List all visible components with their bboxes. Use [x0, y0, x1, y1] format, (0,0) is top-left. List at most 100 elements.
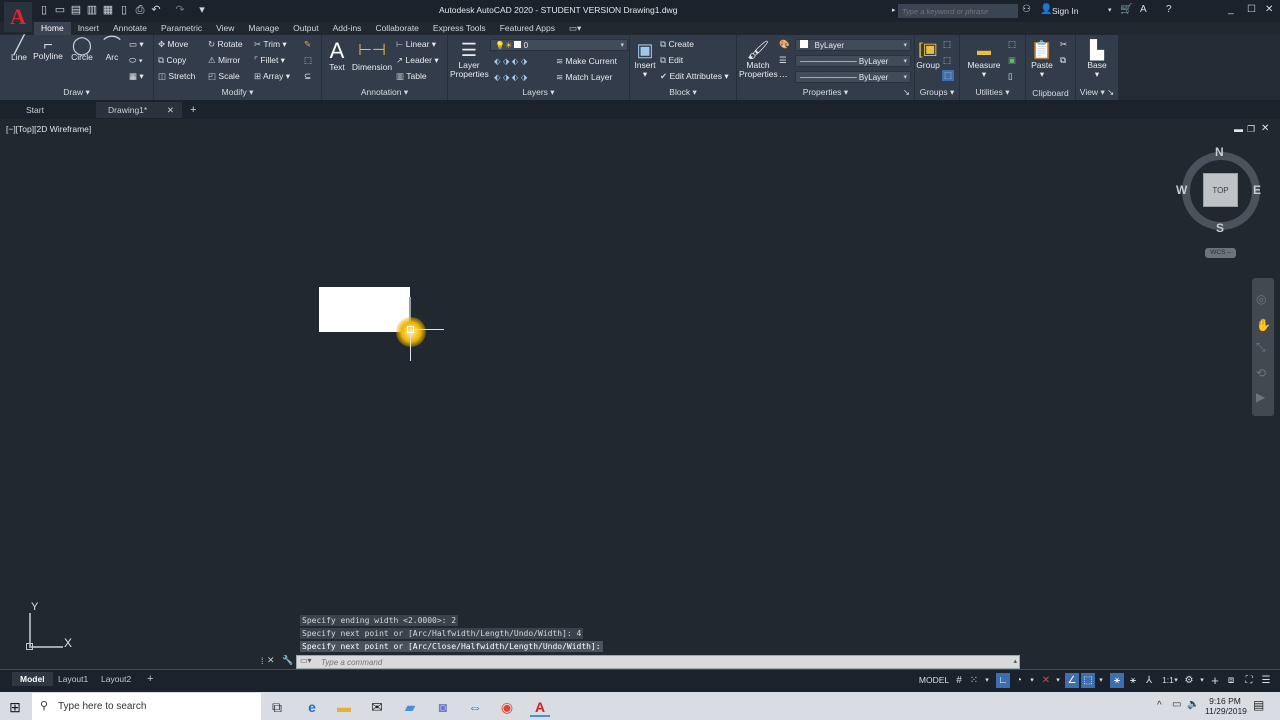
add-layout-button[interactable]: + [139, 672, 161, 686]
clean-screen-icon[interactable]: ⛶ [1242, 673, 1256, 688]
view-panel-label[interactable]: View ▾ ↘ [1076, 87, 1118, 98]
workspace-dropdown-icon[interactable]: ▾ [1198, 673, 1206, 688]
command-input[interactable] [321, 656, 1011, 668]
tab-featured-apps[interactable]: Featured Apps [493, 22, 562, 35]
drawing1-tab[interactable]: Drawing1* ✕ [96, 102, 182, 118]
line-button[interactable]: ╱ Line [6, 36, 32, 62]
copy-clip-icon[interactable]: ⧉ [1060, 55, 1066, 66]
array-button[interactable]: ⊞ Array ▾ [254, 71, 290, 82]
color-dropdown[interactable]: ByLayer ▾ [795, 39, 911, 51]
explode-icon[interactable]: ⬚ [304, 55, 312, 66]
tab-insert[interactable]: Insert [71, 22, 106, 35]
tab-manage[interactable]: Manage [241, 22, 286, 35]
calculator-icon[interactable]: ▯ [1008, 71, 1013, 82]
rectangle-icon[interactable]: ▭ ▾ [129, 39, 144, 50]
layer-tools-row1[interactable]: ⬖ ⬗ ⬖ ⬗ [494, 56, 527, 67]
edit-block-button[interactable]: ⧉ Edit [660, 55, 683, 66]
measure-button[interactable]: ▬ Measure ▾ [962, 39, 1006, 79]
help-icon[interactable]: ? [1166, 4, 1172, 15]
polar-dropdown-icon[interactable]: ▾ [1028, 673, 1036, 688]
network-icon[interactable]: ▭ [1172, 699, 1181, 710]
help-search-input[interactable] [898, 4, 1018, 18]
layer-dropdown[interactable]: 💡☀ 0 ▾ [490, 39, 628, 51]
isolate-objects-icon[interactable]: ⧈ [1224, 673, 1238, 688]
start-tab[interactable]: Start [0, 102, 96, 118]
linetype-dropdown[interactable]: ────────── ByLayer ▾ [795, 71, 911, 83]
undo-icon[interactable]: ↶ [150, 4, 162, 16]
network-app-icon[interactable]: ▰ [400, 697, 420, 717]
tab-view[interactable]: View [209, 22, 241, 35]
ungroup-icon[interactable]: ⬚ [943, 39, 951, 50]
insert-button[interactable]: ▣ Insert ▾ [632, 39, 658, 79]
properties-panel-label[interactable]: Properties ▾ ↘ [737, 87, 914, 98]
command-grip-icon[interactable]: ⁞ [261, 656, 264, 666]
gradient-icon[interactable]: ▦ ▾ [129, 71, 144, 82]
table-button[interactable]: ▥ Table [396, 71, 427, 82]
expand-search-icon[interactable]: ▸ [892, 6, 896, 14]
isodraft-icon[interactable]: ✕ [1040, 673, 1052, 688]
close-icon[interactable]: ✕ [1265, 4, 1273, 15]
show-hidden-icons[interactable]: ^ [1157, 700, 1162, 711]
compass-east[interactable]: E [1253, 183, 1261, 197]
viewcube-top-face[interactable]: TOP [1203, 173, 1238, 207]
hatch-icon[interactable]: ⬭ ▾ [129, 55, 143, 66]
clipboard-panel-label[interactable]: Clipboard [1026, 88, 1075, 98]
stretch-button[interactable]: ◫ Stretch [158, 71, 195, 82]
clock[interactable]: 9:16 PM 11/29/2019 [1205, 696, 1247, 716]
viewport-close-icon[interactable]: ✕ [1261, 123, 1269, 134]
viewport-restore-icon[interactable]: ❐ [1247, 124, 1255, 135]
quick-select-icon[interactable]: ⬚ [1008, 39, 1016, 50]
text-button[interactable]: A Text [326, 39, 348, 72]
cart-icon[interactable]: 🛒 [1120, 4, 1132, 15]
steering-wheel-icon[interactable]: ◎ [1256, 292, 1266, 306]
make-current-button[interactable]: ≋ Make Current [556, 56, 617, 67]
tab-annotate[interactable]: Annotate [106, 22, 154, 35]
volume-icon[interactable]: 🔈 [1187, 699, 1199, 710]
isodraft-dropdown-icon[interactable]: ▾ [1054, 673, 1062, 688]
showmotion-icon[interactable]: ▶ [1256, 390, 1265, 404]
groups-panel-label[interactable]: Groups ▾ [915, 87, 959, 98]
match-layer-button[interactable]: ≋ Match Layer [556, 72, 612, 83]
annotation-scale-icon[interactable]: ⅄ [1142, 673, 1156, 688]
annotation-visibility-icon[interactable]: ⚹ [1110, 673, 1124, 688]
osnap-dropdown-icon[interactable]: ▾ [1097, 673, 1105, 688]
copy-button[interactable]: ⧉ Copy [158, 55, 186, 66]
layout1-tab[interactable]: Layout1 [50, 672, 96, 686]
command-recent-icon[interactable]: ▭▾ [300, 656, 312, 665]
move-button[interactable]: ✥ Move [158, 39, 188, 50]
snap-mode-icon[interactable]: ⁙ [967, 673, 981, 688]
block-panel-label[interactable]: Block ▾ [630, 87, 736, 98]
layers-panel-label[interactable]: Layers ▾ [448, 87, 629, 98]
binoculars-icon[interactable]: ⚇ [1022, 4, 1031, 15]
viewport-minimize-icon[interactable]: ▬ [1234, 124, 1243, 134]
publish-icon[interactable]: ▯ [118, 4, 130, 16]
new-icon[interactable]: ▯ [38, 4, 50, 16]
utilities-panel-label[interactable]: Utilities ▾ [960, 87, 1025, 98]
polyline-button[interactable]: ⌐ Polyline [32, 38, 64, 61]
fillet-button[interactable]: ⌜ Fillet ▾ [254, 55, 285, 66]
compass-west[interactable]: W [1176, 183, 1187, 197]
snap-dropdown-icon[interactable]: ▾ [983, 673, 991, 688]
zoom-extents-icon[interactable]: ⤡ [1256, 340, 1266, 355]
pan-icon[interactable]: ✋ [1256, 318, 1271, 332]
scale-dropdown-icon[interactable]: ▾ [1172, 673, 1180, 688]
match-properties-button[interactable]: 🖌 Match Properties [739, 39, 778, 79]
action-center-icon[interactable]: ▤ [1253, 698, 1264, 712]
rotate-button[interactable]: ↻ Rotate [208, 39, 243, 50]
lineweight-dropdown[interactable]: ────────── ByLayer ▾ [795, 55, 911, 67]
chrome-icon[interactable]: ◉ [497, 697, 517, 717]
compass-south[interactable]: S [1216, 221, 1224, 235]
erase-icon[interactable]: ✎ [304, 39, 311, 50]
polar-tracking-icon[interactable]: ◔ [1012, 673, 1026, 688]
discord-icon[interactable]: ◙ [433, 697, 453, 717]
task-view-icon[interactable]: ⧉ [267, 697, 287, 717]
application-menu-button[interactable]: A [4, 2, 32, 32]
tab-home[interactable]: Home [34, 22, 71, 35]
ortho-mode-icon[interactable]: ∟ [996, 673, 1010, 688]
leader-button[interactable]: ↗ Leader ▾ [396, 55, 439, 66]
autodesk-a360-icon[interactable]: A [1140, 4, 1147, 15]
viewport-controls[interactable]: [−][Top][2D Wireframe] [6, 124, 91, 134]
save-icon[interactable]: ▤ [70, 4, 82, 16]
paste-button[interactable]: 📋 Paste ▾ [1028, 39, 1056, 79]
redo-icon[interactable]: ↷ [174, 4, 186, 16]
